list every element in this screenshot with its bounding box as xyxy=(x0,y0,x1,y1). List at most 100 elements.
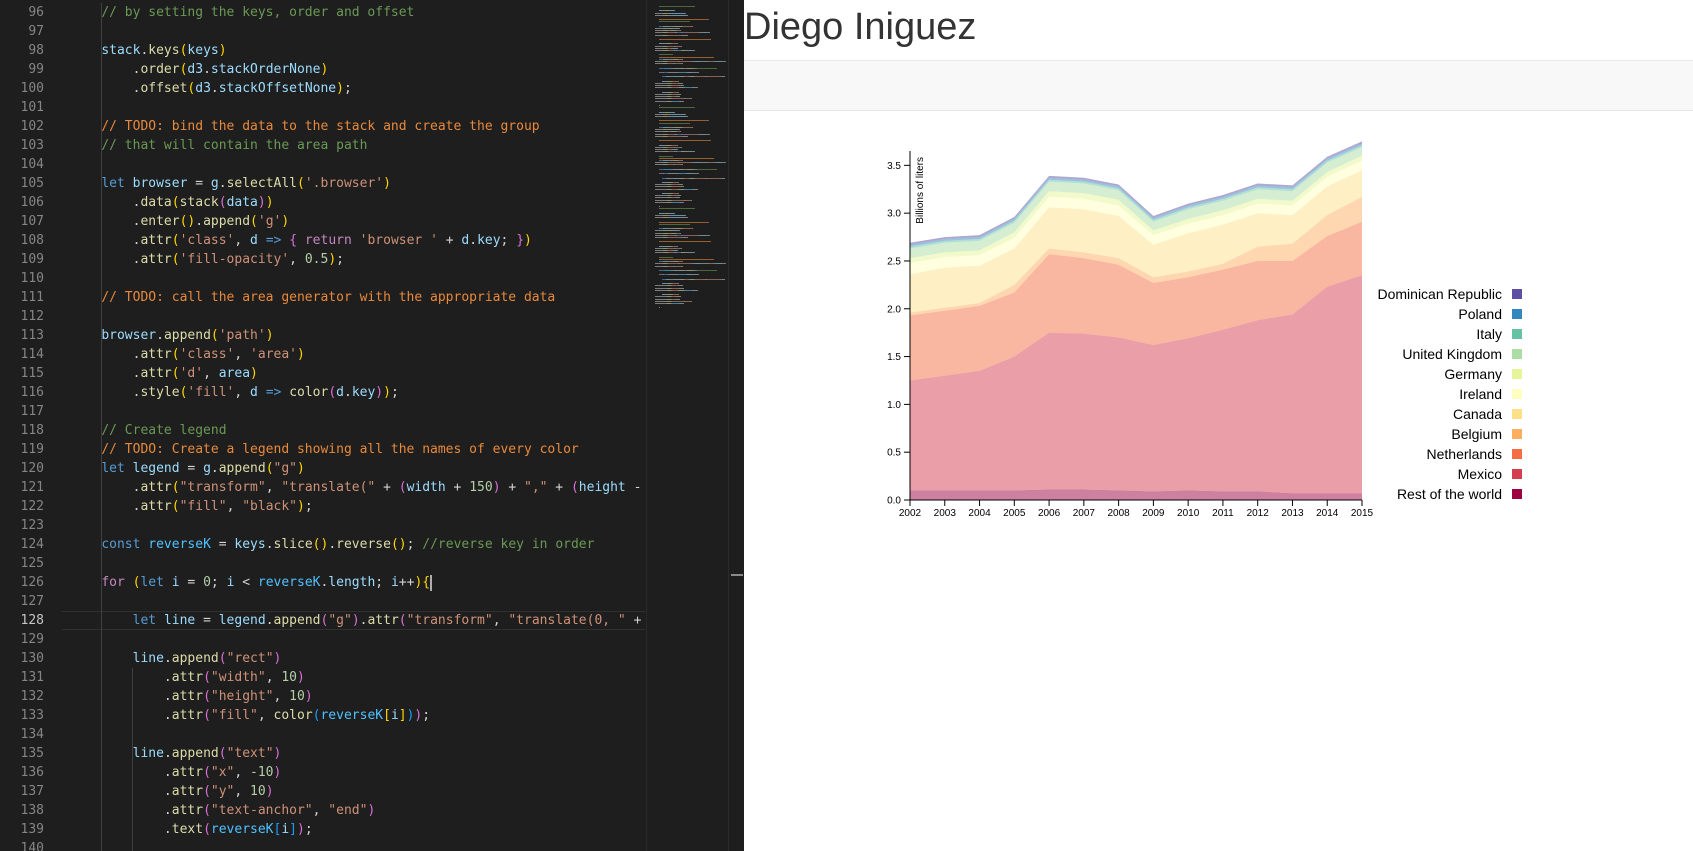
code-line[interactable]: let line = legend.append("g").attr("tran… xyxy=(70,611,645,630)
code-line[interactable]: .style('fill', d => color(d.key)); xyxy=(70,383,399,402)
code-line[interactable]: .attr("text-anchor", "end") xyxy=(70,801,375,820)
code-token: , xyxy=(289,252,305,267)
code-line[interactable]: // Create legend xyxy=(70,421,226,440)
code-line[interactable]: .attr("x", -10) xyxy=(70,763,281,782)
minimap-stroke xyxy=(674,111,675,113)
minimap-stroke xyxy=(659,54,673,56)
minimap-stroke xyxy=(655,151,663,153)
code-line[interactable]: const reverseK = keys.slice().reverse();… xyxy=(70,535,594,554)
code-line[interactable]: browser.append('path') xyxy=(70,326,273,345)
code-line[interactable]: .attr('d', area) xyxy=(70,364,258,383)
code-token: "rect" xyxy=(226,651,274,666)
x-tick-label: 2009 xyxy=(1142,508,1165,519)
code-line[interactable]: .attr("transform", "translate(" + (width… xyxy=(70,478,645,497)
minimap-stroke xyxy=(655,146,663,148)
minimap-stroke xyxy=(668,162,678,164)
code-line[interactable]: .attr("height", 10) xyxy=(70,687,313,706)
minimap-stroke xyxy=(683,201,684,203)
code-token: color xyxy=(289,385,329,400)
code-token: // by setting the keys, order and offset xyxy=(101,5,415,20)
code-line[interactable]: .offset(d3.stackOffsetNone); xyxy=(70,79,352,98)
code-token: . xyxy=(70,214,141,229)
code-token: ) xyxy=(273,746,282,761)
minimap-stroke xyxy=(683,228,692,230)
minimap-stroke xyxy=(680,195,681,197)
scroll-position-marker xyxy=(731,574,743,576)
minimap-stroke xyxy=(655,199,667,201)
line-number: 131 xyxy=(20,670,44,685)
legend-swatch xyxy=(1512,389,1522,399)
code-line[interactable]: .attr("width", 10) xyxy=(70,668,305,687)
line-number: 115 xyxy=(20,366,44,381)
code-line[interactable]: // TODO: Create a legend showing all the… xyxy=(70,440,579,459)
code-token: 'class' xyxy=(179,347,235,362)
code-line[interactable]: .enter().append('g') xyxy=(70,212,290,231)
minimap-stroke xyxy=(679,28,680,29)
code-line[interactable]: // that will contain the area path xyxy=(70,136,367,155)
minimap-stroke xyxy=(659,56,714,58)
minimap-stroke xyxy=(685,289,692,291)
minimap-stroke xyxy=(655,50,663,51)
code-editor[interactable]: 96 97 98 99 100 101 102 103 104 105 106 107 108 109 11… xyxy=(0,0,744,851)
minimap[interactable] xyxy=(646,0,729,851)
code-line[interactable]: // by setting the keys, order and offset xyxy=(70,3,414,22)
code-token: reverseK xyxy=(210,822,274,837)
code-token: reverseK xyxy=(257,575,321,590)
line-number: 101 xyxy=(20,100,44,115)
minimap-stroke xyxy=(682,234,689,236)
minimap-stroke xyxy=(679,274,686,276)
y-tick-label: 2.0 xyxy=(887,304,901,315)
minimap-stroke xyxy=(687,217,688,219)
minimap-stroke xyxy=(678,283,679,285)
minimap-stroke xyxy=(678,80,679,82)
code-token: ( xyxy=(210,328,219,343)
x-tick-label: 2015 xyxy=(1351,508,1374,519)
minimap-stroke xyxy=(698,173,699,175)
code-token: attr xyxy=(171,784,204,799)
code-token: // TODO: Create a legend showing all the… xyxy=(101,442,579,457)
editor-scrollbar[interactable] xyxy=(728,0,744,851)
code-token: style xyxy=(140,385,180,400)
code-line[interactable]: for (let i = 0; i < reverseK.length; i++… xyxy=(70,573,433,592)
code-token: ) xyxy=(375,385,384,400)
minimap-stroke xyxy=(691,199,692,201)
code-line[interactable]: .attr('class', 'area') xyxy=(70,345,305,364)
code-line[interactable]: .attr("y", 10) xyxy=(70,782,274,801)
code-line[interactable]: .attr("fill", "black"); xyxy=(70,497,313,516)
code-token: ) xyxy=(367,803,376,818)
line-number: 138 xyxy=(20,803,44,818)
code-line[interactable]: // TODO: call the area generator with th… xyxy=(70,288,555,307)
code-token: . xyxy=(70,81,141,96)
minimap-stroke xyxy=(694,50,695,51)
x-tick-label: 2008 xyxy=(1107,508,1130,519)
code-token: . xyxy=(156,328,164,343)
code-line[interactable]: .attr('class', d => { return 'browser ' … xyxy=(70,231,532,250)
code-line[interactable]: stack.keys(keys) xyxy=(70,41,226,60)
code-token: . xyxy=(70,252,141,267)
code-line[interactable]: .text(reverseK[i]); xyxy=(70,820,313,839)
code-token: stackOffsetNone xyxy=(218,81,337,96)
minimap-stroke xyxy=(659,223,690,225)
code-line[interactable]: // TODO: bind the data to the stack and … xyxy=(70,117,539,136)
code-line[interactable]: let browser = g.selectAll('.browser') xyxy=(70,174,391,193)
code-line[interactable]: .data(stack(data)) xyxy=(70,193,274,212)
minimap-stroke xyxy=(668,263,678,265)
minimap-stroke xyxy=(724,177,725,179)
code-line[interactable]: .attr('fill-opacity', 0.5); xyxy=(70,250,344,269)
code-line[interactable]: line.append("rect") xyxy=(70,649,282,668)
code-line[interactable]: line.append("text") xyxy=(70,744,282,763)
code-line[interactable]: .attr("fill", color(reverseK[i])); xyxy=(70,706,430,725)
code-line[interactable]: .order(d3.stackOrderNone) xyxy=(70,60,329,79)
minimap-stroke xyxy=(655,113,663,115)
code-token: append xyxy=(203,214,251,229)
legend-label: Italy xyxy=(1476,326,1502,342)
minimap-stroke xyxy=(680,296,681,298)
code-line[interactable]: let legend = g.append("g") xyxy=(70,459,305,478)
code-token: ( xyxy=(203,822,211,837)
code-area[interactable]: // by setting the keys, order and offset… xyxy=(70,0,645,851)
minimap-stroke xyxy=(655,116,663,117)
code-token: attr xyxy=(140,252,172,267)
code-token: + xyxy=(445,480,470,495)
